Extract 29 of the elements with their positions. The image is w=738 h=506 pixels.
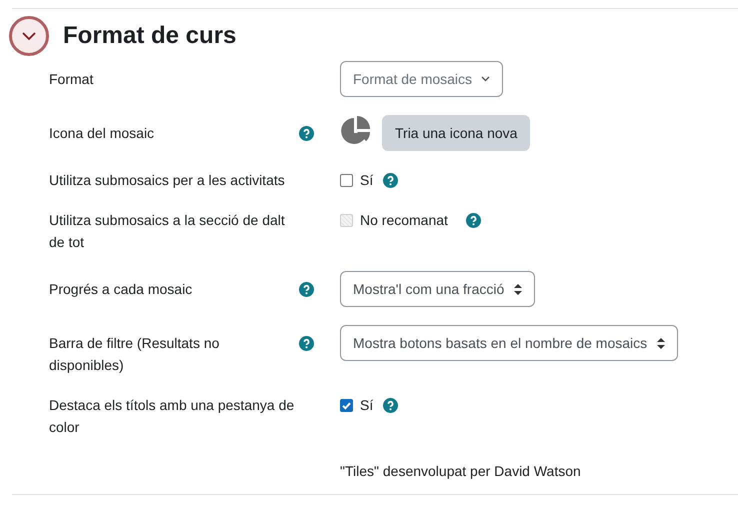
field-label: Format [49, 71, 94, 87]
help-icon[interactable] [299, 282, 314, 297]
dropdown[interactable]: Mostra'l com una fracció [340, 271, 536, 307]
credit-text: "Tiles" desenvolupat per David Watson [340, 462, 581, 481]
sort-arrows-icon [514, 284, 522, 294]
checkbox-label: Sí [360, 171, 374, 190]
sort-arrows-icon [657, 338, 666, 348]
collapse-toggle[interactable] [9, 16, 49, 56]
field-label: Utilitza submosaics a la secció de dalt de tot [49, 212, 285, 250]
help-icon[interactable] [383, 172, 398, 188]
dropdown[interactable]: Mostra botons basats en el nombre de mosaics [340, 325, 678, 361]
checkbox-label: No recomanat [360, 211, 448, 230]
field-label: Icona del mosaic [49, 125, 154, 141]
field-label: Utilitza submosaics per a les activitats [49, 172, 285, 188]
checkbox[interactable] [340, 174, 353, 186]
field-label: Progrés a cada mosaic [49, 281, 192, 297]
checkbox[interactable] [340, 398, 353, 412]
section-title: Format de curs [63, 22, 236, 50]
chevron-down-icon [481, 76, 490, 82]
pie-chart-icon [340, 115, 372, 147]
help-icon[interactable] [383, 398, 398, 412]
choose-icon-button[interactable]: Tria una icona nova [382, 115, 530, 151]
field-label: Barra de filtre (Resultats no disponibles) [49, 335, 220, 373]
dropdown[interactable]: Format de mosaics [340, 61, 504, 97]
field-label: Destaca els títols amb una pestanya de color [49, 397, 294, 435]
help-icon[interactable] [299, 126, 314, 141]
chevron-icon [22, 32, 36, 40]
help-icon[interactable] [299, 336, 314, 351]
checkbox-label: Sí [360, 396, 374, 415]
